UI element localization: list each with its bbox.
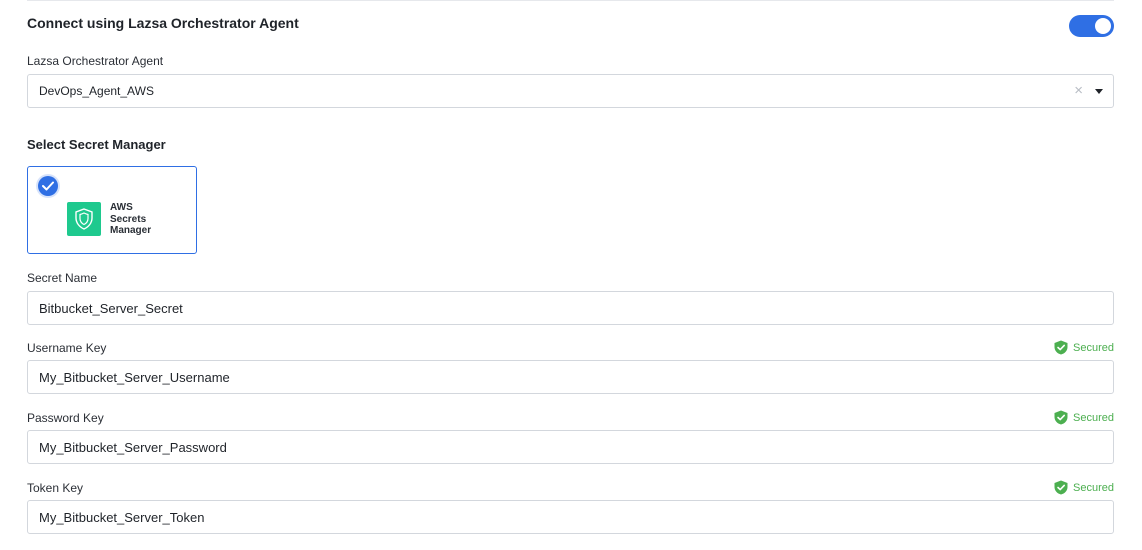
password-key-input[interactable] <box>27 430 1114 464</box>
connect-agent-toggle[interactable] <box>1069 15 1114 37</box>
secured-text: Secured <box>1073 481 1114 494</box>
agent-select-value: DevOps_Agent_AWS <box>39 84 154 98</box>
username-key-input[interactable] <box>27 360 1114 394</box>
aws-secrets-manager-card[interactable]: AWS Secrets Manager <box>27 166 197 254</box>
aws-secrets-manager-label: AWS Secrets Manager <box>110 202 151 237</box>
agent-select[interactable]: DevOps_Agent_AWS × <box>27 74 1114 108</box>
secured-text: Secured <box>1073 341 1114 354</box>
secret-manager-title: Select Secret Manager <box>27 137 166 152</box>
shield-check-icon <box>1054 340 1068 355</box>
brand-line: Secrets <box>110 213 147 225</box>
token-key-label: Token Key <box>27 481 84 495</box>
check-circle-icon <box>38 176 58 196</box>
username-key-label: Username Key <box>27 341 107 355</box>
shield-check-icon <box>1054 480 1068 495</box>
toggle-knob <box>1095 18 1111 34</box>
token-key-input[interactable] <box>27 500 1114 534</box>
password-key-label: Password Key <box>27 411 104 425</box>
section-divider <box>27 0 1114 1</box>
brand-line: Manager <box>110 225 152 236</box>
brand-line: AWS <box>110 202 133 213</box>
username-secured-badge: Secured <box>1054 340 1114 355</box>
aws-secrets-manager-logo <box>67 202 101 236</box>
secret-name-label: Secret Name <box>27 271 98 285</box>
secret-name-input[interactable] <box>27 291 1114 325</box>
password-secured-badge: Secured <box>1054 410 1114 425</box>
connect-agent-title: Connect using Lazsa Orchestrator Agent <box>27 15 299 31</box>
secured-text: Secured <box>1073 411 1114 424</box>
token-secured-badge: Secured <box>1054 480 1114 495</box>
caret-down-icon[interactable] <box>1095 89 1103 94</box>
agent-label: Lazsa Orchestrator Agent <box>27 54 164 68</box>
shield-icon <box>75 208 93 230</box>
close-icon[interactable]: × <box>1074 83 1083 99</box>
shield-check-icon <box>1054 410 1068 425</box>
